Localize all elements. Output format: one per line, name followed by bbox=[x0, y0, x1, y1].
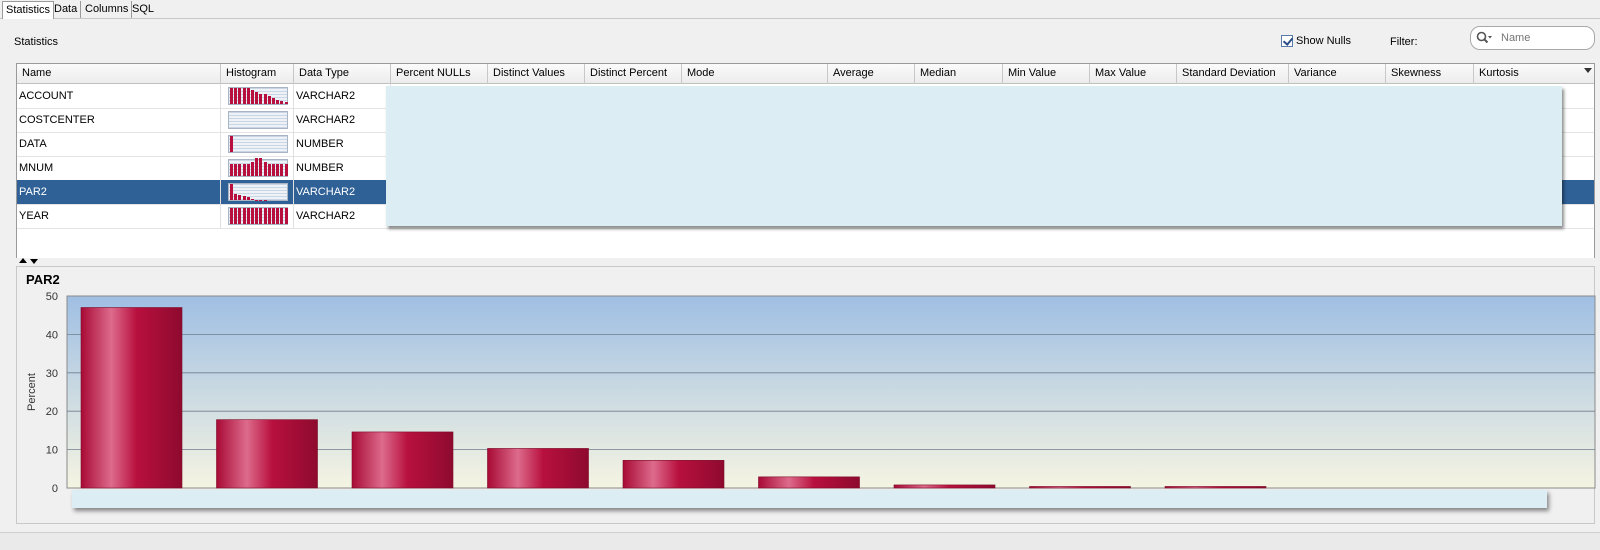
histogram-bar[interactable] bbox=[1029, 486, 1131, 489]
y-axis-label: Percent bbox=[26, 373, 38, 411]
y-tick-label: 0 bbox=[52, 483, 58, 495]
histogram-bar[interactable] bbox=[893, 484, 996, 489]
y-tick-label: 30 bbox=[46, 368, 58, 380]
histogram-bar[interactable] bbox=[622, 460, 725, 489]
y-tick-label: 20 bbox=[46, 406, 58, 418]
histogram-bar[interactable] bbox=[216, 419, 318, 489]
histogram-bar[interactable] bbox=[758, 476, 860, 489]
y-tick-label: 50 bbox=[46, 291, 58, 303]
horizontal-scrollbar[interactable] bbox=[0, 532, 1600, 550]
histogram-chart: 0 10 20 30 40 50 Percent bbox=[26, 291, 1596, 508]
histogram-bar[interactable] bbox=[80, 307, 183, 489]
histogram-bar[interactable] bbox=[487, 448, 589, 489]
y-tick-label: 40 bbox=[46, 329, 58, 341]
histogram-bar[interactable] bbox=[1164, 486, 1267, 489]
chart-overlay bbox=[72, 490, 1547, 508]
histogram-bar[interactable] bbox=[351, 431, 454, 489]
y-tick-label: 10 bbox=[46, 445, 58, 457]
